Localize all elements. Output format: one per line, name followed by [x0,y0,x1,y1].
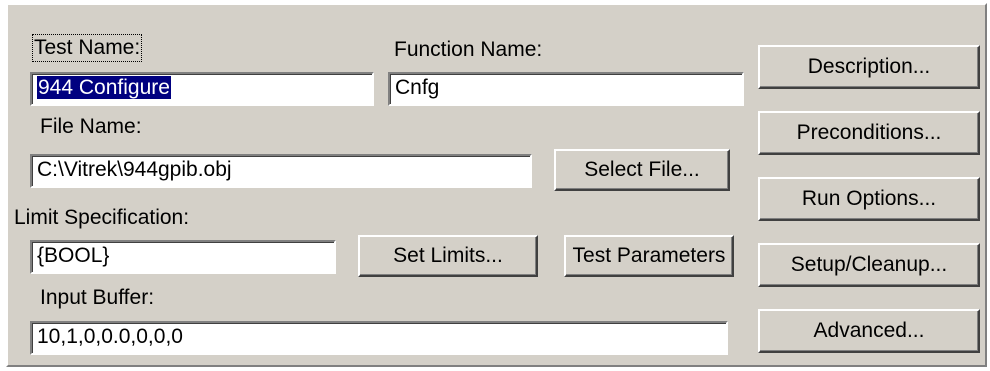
limit-specification-label: Limit Specification: [14,206,190,229]
test-name-value: 944 Configure [37,76,171,99]
description-button[interactable]: Description... [758,45,980,89]
test-properties-dialog: Test Name: 944 Configure Function Name: … [6,3,987,367]
run-options-label: Run Options... [801,187,937,210]
limit-specification-field[interactable]: {BOOL} [30,240,336,274]
function-name-field[interactable]: Cnfg [388,72,744,106]
run-options-button[interactable]: Run Options... [758,177,980,221]
file-name-value: C:\Vitrek\944gpib.obj [37,158,232,181]
set-limits-button[interactable]: Set Limits... [358,235,538,277]
advanced-button[interactable]: Advanced... [758,309,980,353]
test-parameters-label: Test Parameters [572,244,726,267]
preconditions-label: Preconditions... [796,121,942,144]
setup-cleanup-button[interactable]: Setup/Cleanup... [758,243,980,287]
input-buffer-label: Input Buffer: [40,286,155,309]
preconditions-button[interactable]: Preconditions... [758,111,980,155]
limit-specification-value: {BOOL} [37,244,110,267]
description-label: Description... [807,55,931,78]
select-file-button[interactable]: Select File... [554,149,730,191]
setup-cleanup-label: Setup/Cleanup... [790,253,948,276]
test-name-field[interactable]: 944 Configure [30,72,374,106]
function-name-label: Function Name: [394,38,543,61]
select-file-label: Select File... [584,158,700,181]
file-name-field[interactable]: C:\Vitrek\944gpib.obj [30,154,532,188]
advanced-label: Advanced... [813,319,925,342]
set-limits-label: Set Limits... [393,244,503,267]
test-parameters-button[interactable]: Test Parameters [564,235,734,277]
file-name-label: File Name: [40,115,142,138]
input-buffer-value: 10,1,0,0.0,0,0,0 [37,325,183,348]
function-name-value: Cnfg [395,76,440,99]
test-name-label: Test Name: [31,34,143,62]
input-buffer-field[interactable]: 10,1,0,0.0,0,0,0 [30,321,728,355]
